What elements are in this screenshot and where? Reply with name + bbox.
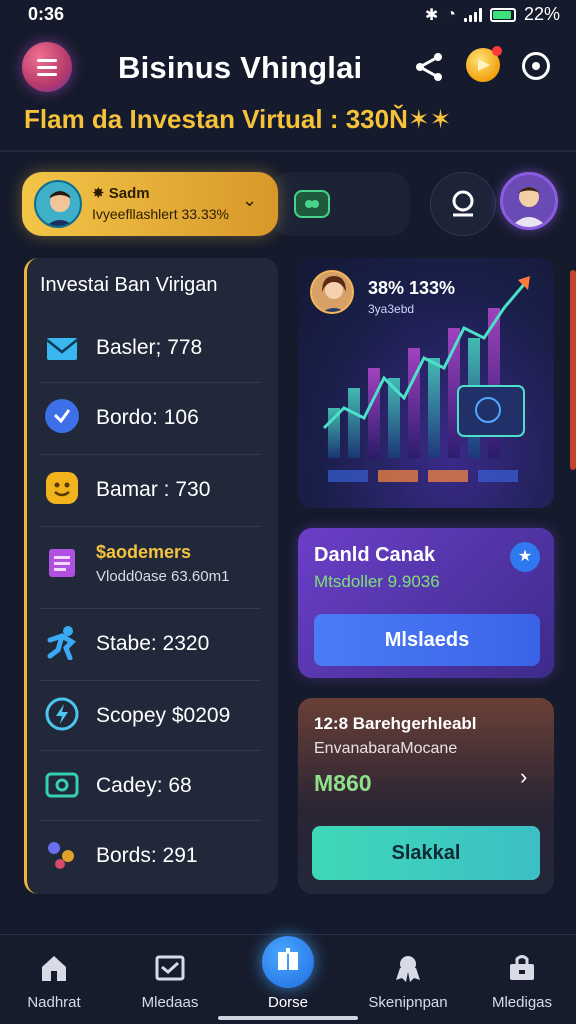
menu-icon — [37, 58, 57, 62]
divider — [40, 382, 260, 383]
status-time: 0:36 — [28, 4, 65, 24]
chart-stat: 38% 133% — [368, 278, 456, 298]
divider — [40, 820, 260, 821]
secondary-pill[interactable] — [270, 172, 410, 236]
list-item[interactable]: Stabe: 2320 — [40, 612, 260, 674]
user-name: ✸ Sadm — [92, 185, 150, 202]
divider — [40, 680, 260, 681]
lightning-circle-icon — [44, 696, 80, 732]
divider — [40, 526, 260, 527]
bag-icon — [506, 952, 538, 984]
status-icons: ✱ ◔ 22% — [425, 4, 560, 25]
checkmark-badge-icon — [44, 398, 80, 434]
menu-button[interactable] — [22, 42, 72, 92]
list-heading: Investai Ban Virigan — [40, 274, 218, 296]
promo-title: Danld Canak — [314, 544, 436, 566]
clipboard-icon — [44, 544, 80, 580]
running-figure-icon — [44, 624, 80, 661]
award-icon — [392, 952, 424, 984]
offer-value: M860 — [314, 770, 372, 796]
list-item[interactable]: Bords: 291 — [40, 824, 260, 886]
divider — [0, 150, 576, 152]
coin-notification-icon[interactable] — [466, 46, 502, 82]
list-item[interactable]: Bamar : 730 — [40, 458, 260, 520]
list-item[interactable]: Scopey $0209 — [40, 684, 260, 746]
avatar — [310, 270, 354, 314]
smiley-badge-icon — [44, 470, 80, 506]
battery-percent: 22% — [523, 4, 560, 24]
star-icon[interactable]: ★ — [510, 542, 540, 572]
page-title: Bisinus Vhinglai — [118, 50, 363, 85]
wifi-icon: ◔ — [446, 5, 456, 23]
chat-badge-icon[interactable] — [294, 190, 330, 218]
promo-subtitle: Mtsdoller 9.9036 — [314, 572, 440, 591]
chart-subtitle: 3ya3ebd — [368, 302, 415, 316]
list-item[interactable]: Bordo: 106 — [40, 386, 260, 448]
divider — [40, 608, 260, 609]
nav-item-bag[interactable]: Mledigas — [472, 946, 572, 1016]
divider — [40, 750, 260, 751]
bluetooth-icon: ✱ — [424, 6, 439, 24]
promo-action-button[interactable]: Mlslaeds — [314, 614, 540, 666]
message-box-icon — [154, 952, 186, 984]
nav-item-home[interactable]: Nadhrat — [4, 946, 104, 1016]
wallet-icon — [44, 766, 80, 802]
signal-icon — [463, 7, 482, 22]
list-item[interactable]: Basler; 778 — [40, 316, 260, 378]
status-bar: 0:36 ✱ ◔ 22% — [0, 0, 576, 30]
share-icon[interactable] — [412, 50, 446, 84]
search-icon — [452, 190, 474, 217]
offer-subtitle: EnvanabaraMocane — [314, 740, 458, 757]
chevron-right-icon[interactable]: › — [520, 764, 527, 790]
list-item[interactable]: $aodemers Vlodd0ase 63.60m1 — [40, 532, 260, 604]
home-icon — [38, 952, 70, 984]
nav-item-dorse[interactable]: Dorse — [238, 946, 338, 1016]
people-icon — [44, 836, 80, 872]
offer-title: 12:8 Barehgerhleabl — [314, 714, 477, 733]
book-icon — [272, 944, 304, 976]
edge-accent — [570, 270, 576, 470]
nav-item-messages[interactable]: Mledaas — [120, 946, 220, 1016]
home-indicator — [218, 1016, 358, 1020]
chevron-down-icon[interactable]: ⌄ — [242, 190, 257, 211]
user-detail: Ivyeefllashlert 33.33% — [92, 206, 229, 222]
battery-icon — [489, 7, 516, 22]
settings-power-icon[interactable] — [522, 52, 550, 80]
search-button[interactable] — [430, 172, 496, 236]
divider — [40, 454, 260, 455]
profile-avatar[interactable] — [500, 172, 558, 230]
list-item[interactable]: Cadey: 68 — [40, 754, 260, 816]
envelope-icon — [44, 330, 80, 366]
offer-action-button[interactable]: Slakkal — [312, 826, 540, 880]
nav-item-award[interactable]: Skenipnpan — [358, 946, 458, 1016]
portfolio-subtitle: Flam da Investan Virtual : 330Ň✶✶ — [24, 104, 452, 134]
avatar — [34, 180, 82, 228]
